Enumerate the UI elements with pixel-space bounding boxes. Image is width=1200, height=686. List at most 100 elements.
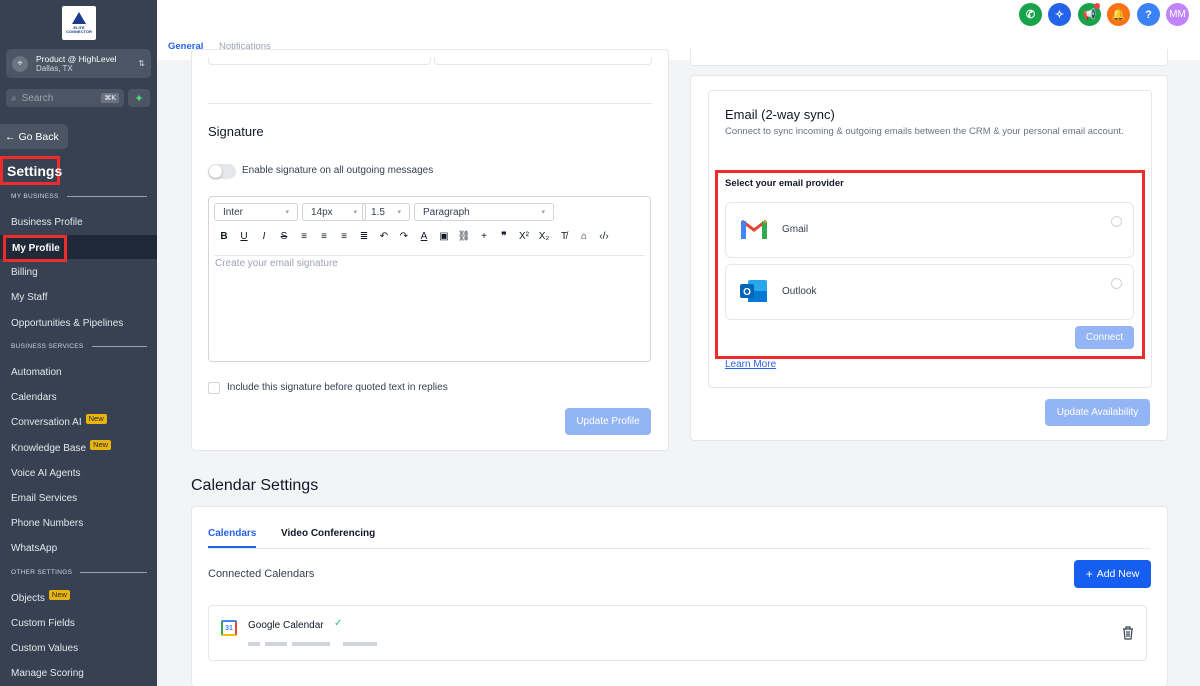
superscript-icon[interactable]: X²	[514, 231, 534, 242]
align-center-icon[interactable]: ≡	[314, 231, 334, 242]
logo-mark-icon	[72, 12, 86, 24]
go-back-button[interactable]: ← Go Back	[0, 124, 68, 149]
update-availability-button[interactable]: Update Availability	[1045, 399, 1150, 426]
arrow-left-icon: ←	[5, 130, 16, 143]
search-placeholder: Search	[21, 92, 54, 104]
redacted-text	[343, 642, 377, 646]
email-sync-title: Email (2-way sync)	[725, 107, 835, 122]
input-field-partial[interactable]	[208, 57, 431, 65]
quote-icon[interactable]: ❞	[494, 231, 514, 242]
bold-icon[interactable]: B	[214, 231, 234, 242]
plus-icon: +	[1085, 567, 1093, 581]
align-left-icon[interactable]: ≡	[294, 231, 314, 242]
plus-icon[interactable]: +	[474, 231, 494, 242]
line-height-select[interactable]: 1.5 ▾	[362, 203, 410, 221]
sidebar-item-business-profile[interactable]: Business Profile	[11, 215, 83, 229]
go-back-label: Go Back	[18, 130, 59, 143]
signature-placeholder: Create your email signature	[215, 258, 338, 269]
avatar[interactable]: MM	[1166, 3, 1189, 26]
megaphone-icon[interactable]: 📢	[1078, 3, 1101, 26]
company-logo[interactable]: ELITE CONNECTOR	[62, 6, 96, 40]
sidebar-item-whatsapp[interactable]: WhatsApp	[11, 541, 57, 555]
sidebar-item-label: Knowledge Base	[11, 442, 87, 454]
sidebar-item-custom-fields[interactable]: Custom Fields	[11, 616, 75, 630]
learn-more-link[interactable]: Learn More	[725, 359, 776, 370]
code-icon[interactable]: ‹/›	[594, 231, 614, 242]
clear-format-icon[interactable]: T̸	[554, 231, 574, 242]
underline-icon[interactable]: U	[234, 231, 254, 242]
image-icon[interactable]: ▣	[434, 231, 454, 242]
editor-divider	[214, 255, 645, 256]
new-badge: New	[85, 414, 107, 424]
google-calendar-icon: 31	[221, 620, 237, 636]
bell-icon[interactable]: 🔔	[1107, 3, 1130, 26]
font-size-value: 14px	[311, 206, 333, 218]
subscript-icon[interactable]: X₂	[534, 231, 554, 242]
add-new-button[interactable]: + Add New	[1074, 560, 1151, 588]
tab-video-conferencing[interactable]: Video Conferencing	[281, 528, 375, 539]
sparkle-icon: ✦	[134, 92, 144, 105]
line-height-value: 1.5	[371, 206, 385, 218]
italic-icon[interactable]: I	[254, 231, 274, 242]
tab-calendars[interactable]: Calendars	[208, 528, 256, 539]
font-family-select[interactable]: Inter ▾	[214, 203, 298, 221]
check-icon: ✓	[334, 618, 343, 629]
input-field-partial[interactable]	[434, 57, 652, 65]
divider	[208, 103, 652, 104]
chevron-down-icon: ▾	[541, 209, 545, 216]
update-profile-button[interactable]: Update Profile	[565, 408, 651, 435]
magic-wand-icon[interactable]: ✧	[1048, 3, 1071, 26]
chevron-updown-icon: ⇅	[138, 59, 145, 68]
phone-icon[interactable]: ✆	[1019, 3, 1042, 26]
sidebar-item-label: Objects	[11, 592, 45, 604]
sidebar-item-manage-scoring[interactable]: Manage Scoring	[11, 666, 84, 680]
section-my-business: MY BUSINESS	[11, 193, 147, 200]
include-signature-checkbox[interactable]	[208, 382, 220, 394]
sidebar-item-automation[interactable]: Automation	[11, 365, 62, 379]
help-icon[interactable]: ?	[1137, 3, 1160, 26]
block-format-select[interactable]: Paragraph ▾	[414, 203, 554, 221]
sidebar-item-custom-values[interactable]: Custom Values	[11, 641, 78, 655]
search-shortcut: ⌘K	[101, 93, 119, 103]
link-icon[interactable]: ⛓	[454, 231, 474, 242]
font-size-select[interactable]: 14px ▾	[302, 203, 366, 221]
section-other-settings: OTHER SETTINGS	[11, 569, 147, 576]
sidebar-item-my-staff[interactable]: My Staff	[11, 290, 48, 304]
align-right-icon[interactable]: ≡	[334, 231, 354, 242]
block-format-value: Paragraph	[423, 206, 470, 218]
ai-sparkle-button[interactable]: ✦	[128, 89, 150, 107]
tab-divider	[208, 548, 1150, 549]
chevron-down-icon: ▾	[397, 209, 401, 216]
font-family-value: Inter	[223, 206, 244, 218]
chevron-down-icon: ▾	[285, 209, 289, 216]
sidebar-item-conversation-ai[interactable]: Conversation AI New	[11, 414, 107, 429]
search-input[interactable]: ⌕ Search ⌘K	[6, 89, 124, 107]
sidebar-item-billing[interactable]: Billing	[11, 265, 38, 279]
sidebar-item-voice-ai[interactable]: Voice AI Agents	[11, 466, 81, 480]
sidebar-item-knowledge-base[interactable]: Knowledge Base New	[11, 440, 112, 455]
sidebar-item-my-profile[interactable]: My Profile	[3, 235, 67, 262]
calendar-name: Google Calendar	[248, 620, 324, 631]
signature-toggle[interactable]	[208, 164, 236, 179]
strikethrough-icon[interactable]: S	[274, 231, 294, 242]
new-badge: New	[90, 440, 112, 450]
connected-calendars-label: Connected Calendars	[208, 568, 315, 580]
signature-toggle-label: Enable signature on all outgoing message…	[242, 165, 434, 176]
undo-icon[interactable]: ↶	[374, 231, 394, 242]
sidebar-item-phone-numbers[interactable]: Phone Numbers	[11, 516, 83, 530]
sidebar-item-opportunities[interactable]: Opportunities & Pipelines	[11, 316, 123, 330]
format-painter-icon[interactable]: ⌂	[574, 231, 594, 242]
calendar-settings-title: Calendar Settings	[191, 477, 319, 494]
sidebar-item-email-services[interactable]: Email Services	[11, 491, 77, 505]
text-color-icon[interactable]: A	[414, 231, 434, 242]
location-pin-icon: ⌖	[12, 55, 28, 72]
sidebar-item-objects[interactable]: Objects New	[11, 590, 70, 605]
justify-icon[interactable]: ≣	[354, 231, 374, 242]
trash-icon[interactable]	[1122, 626, 1134, 640]
sidebar-item-calendars[interactable]: Calendars	[11, 390, 57, 404]
account-switcher[interactable]: ⌖ Product @ HighLevel Dallas, TX ⇅	[6, 49, 151, 78]
settings-title: Settings	[0, 156, 62, 185]
section-business-services: BUSINESS SERVICES	[11, 343, 147, 350]
redo-icon[interactable]: ↷	[394, 231, 414, 242]
chevron-down-icon: ▾	[353, 209, 357, 216]
